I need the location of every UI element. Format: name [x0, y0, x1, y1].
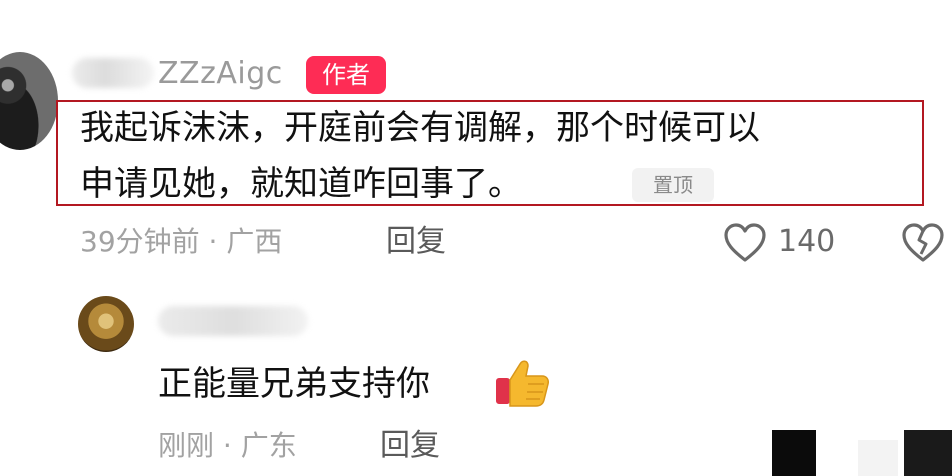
obscured-region [858, 440, 898, 476]
author-badge: 作者 [306, 56, 386, 94]
comment-text: 正能量兄弟支持你 [158, 364, 430, 404]
thumbs-up-emoji [496, 360, 549, 407]
blurred-name-segment [72, 58, 154, 88]
comment-meta: 39分钟前 · 广西 [80, 225, 283, 258]
comment-meta: 刚刚 · 广东 [158, 429, 297, 462]
reply-button[interactable]: 回复 [386, 224, 446, 260]
like-count: 140 [778, 224, 836, 259]
comment-text-line-2: 申请见她，就知道咋回事了。 [80, 164, 522, 204]
heart-icon[interactable] [722, 222, 768, 264]
obscured-region [772, 430, 816, 476]
avatar[interactable] [78, 296, 134, 352]
obscured-region [904, 430, 952, 476]
comment-text-line-1: 我起诉沫沫，开庭前会有调解，那个时候可以 [80, 108, 760, 148]
blurred-username[interactable] [158, 306, 308, 336]
broken-heart-icon[interactable] [900, 222, 946, 264]
comment-username[interactable]: ZZzAigc [158, 55, 283, 93]
avatar[interactable] [0, 52, 58, 150]
reply-button[interactable]: 回复 [380, 428, 440, 464]
pinned-badge: 置顶 [632, 168, 714, 202]
